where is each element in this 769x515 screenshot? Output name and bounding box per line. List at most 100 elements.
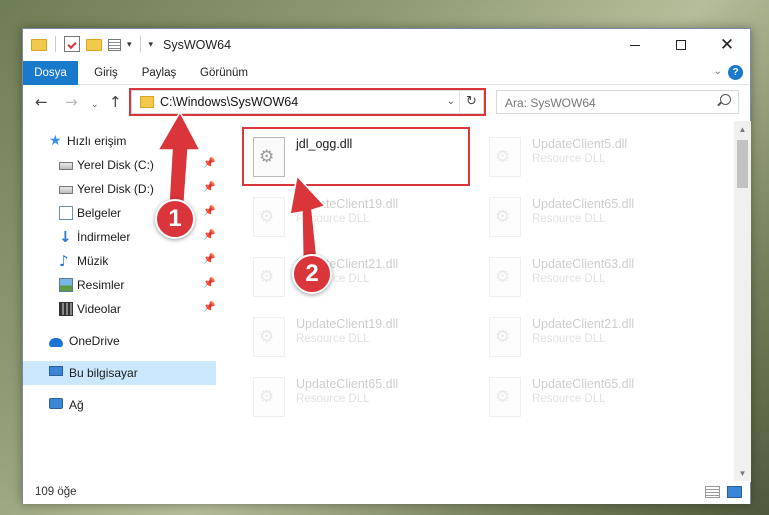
step-2-badge: 2 (292, 254, 332, 294)
window-title: SysWOW64 (163, 38, 232, 52)
quick-access-toolbar: ▾ ▾ (31, 36, 153, 52)
pin-icon[interactable]: 📌 (203, 278, 215, 289)
file-item[interactable]: ⚙ UpdateClient19.dll Resource DLL (245, 309, 473, 367)
sidebar-item-local-disk-d[interactable]: Yerel Disk (D:) 📌 (23, 177, 216, 201)
gear-icon: ⚙ (259, 327, 275, 347)
sidebar-item-music[interactable]: ♪ Müzik 📌 (23, 249, 216, 273)
onedrive-icon (49, 338, 63, 347)
file-item[interactable]: ⚙ UpdateClient21.dll Resource DLL (481, 309, 709, 367)
tab-share[interactable]: Paylaş (136, 61, 182, 85)
file-type: Resource DLL (532, 213, 606, 225)
star-icon: ★ (49, 133, 62, 149)
search-input[interactable]: Ara: SysWOW64 (496, 90, 739, 114)
sidebar-item-local-disk-c[interactable]: Yerel Disk (C:) 📌 (23, 153, 216, 177)
sidebar-item-label: Müzik (77, 254, 109, 268)
file-item[interactable]: ⚙ UpdateClient63.dll Resource DLL (481, 249, 709, 307)
pin-icon[interactable]: 📌 (203, 230, 215, 241)
sidebar-item-label: Belgeler (77, 206, 122, 220)
sidebar-item-videos[interactable]: Videolar 📌 (23, 297, 216, 321)
documents-icon (59, 206, 73, 220)
sidebar-item-this-pc[interactable]: Bu bilgisayar (23, 361, 216, 385)
up-button[interactable]: ↑ (109, 93, 122, 111)
title-bar: ▾ ▾ SysWOW64 ✕ (23, 29, 750, 61)
expand-ribbon-icon[interactable]: ⌄ (714, 66, 722, 77)
file-type: Resource DLL (532, 273, 606, 285)
file-item[interactable]: ⚙ UpdateClient5.dll Resource DLL (481, 129, 709, 187)
gear-icon: ⚙ (495, 387, 511, 407)
tab-file[interactable]: Dosya (23, 61, 78, 85)
sidebar-item-label: Videolar (77, 302, 121, 316)
step-1-badge: 1 (155, 199, 195, 239)
sidebar-item-label: İndirmeler (77, 230, 131, 244)
view-icon[interactable] (108, 39, 121, 51)
pin-icon[interactable]: 📌 (203, 206, 215, 217)
toolbar-divider (139, 36, 141, 52)
pin-icon[interactable]: 📌 (203, 182, 215, 193)
back-button[interactable]: ← (35, 93, 48, 111)
sidebar-item-label: Bu bilgisayar (69, 366, 138, 380)
file-type: Resource DLL (532, 153, 606, 165)
sidebar-item-pictures[interactable]: Resimler 📌 (23, 273, 216, 297)
sidebar-item-onedrive[interactable]: OneDrive (23, 329, 216, 353)
tab-view[interactable]: Görünüm (195, 61, 253, 85)
file-item[interactable]: ⚙ UpdateClient21.dll Resource DLL (245, 249, 473, 307)
file-highlight-box (242, 127, 470, 186)
gear-icon: ⚙ (495, 147, 511, 167)
search-icon[interactable] (720, 94, 731, 105)
computer-icon (49, 366, 63, 376)
dll-file-icon: ⚙ (489, 377, 521, 417)
file-item[interactable]: ⚙ UpdateClient65.dll Resource DLL (481, 369, 709, 427)
folder-icon[interactable] (31, 39, 47, 51)
music-icon: ♪ (59, 252, 69, 270)
dll-file-icon: ⚙ (253, 317, 285, 357)
maximize-icon (676, 40, 686, 50)
file-type: Resource DLL (296, 333, 370, 345)
sidebar-item-label: OneDrive (69, 334, 120, 348)
scroll-down-icon[interactable]: ▼ (734, 465, 751, 482)
file-name: UpdateClient65.dll (532, 377, 635, 391)
file-name: UpdateClient19.dll (296, 317, 399, 331)
file-type: Resource DLL (532, 333, 606, 345)
file-item[interactable]: ⚙ UpdateClient65.dll Resource DLL (245, 369, 473, 427)
file-name: UpdateClient19.dll (296, 197, 399, 211)
large-icons-view-icon[interactable] (727, 486, 742, 498)
minimize-button[interactable] (612, 29, 658, 61)
drive-icon (59, 186, 73, 194)
close-button[interactable]: ✕ (704, 29, 750, 61)
gear-icon: ⚙ (495, 267, 511, 287)
file-name: UpdateClient21.dll (532, 317, 635, 331)
maximize-button[interactable] (658, 29, 704, 61)
navigation-pane: ★ Hızlı erişim Yerel Disk (C:) 📌 Yerel D… (23, 121, 216, 481)
file-name: UpdateClient63.dll (532, 257, 635, 271)
videos-icon (59, 302, 73, 316)
drive-icon (59, 162, 73, 170)
pin-icon[interactable]: 📌 (203, 158, 215, 169)
file-item[interactable]: ⚙ UpdateClient19.dll Resource DLL (245, 189, 473, 247)
sidebar-item-label: Yerel Disk (D:) (77, 182, 154, 196)
file-name: UpdateClient5.dll (532, 137, 628, 151)
pin-icon[interactable]: 📌 (203, 254, 215, 265)
file-item[interactable]: ⚙ UpdateClient65.dll Resource DLL (481, 189, 709, 247)
network-icon (49, 398, 63, 409)
pin-icon[interactable]: 📌 (203, 302, 215, 313)
gear-icon: ⚙ (495, 327, 511, 347)
recent-locations-icon[interactable]: ⌄ (91, 96, 99, 114)
scroll-up-icon[interactable]: ▲ (734, 121, 751, 138)
forward-button[interactable]: → (65, 93, 78, 111)
properties-icon[interactable] (64, 36, 80, 52)
vertical-scrollbar[interactable]: ▲ ▼ (734, 121, 751, 482)
customize-toolbar-icon[interactable]: ▾ (149, 39, 154, 50)
scrollbar-thumb[interactable] (737, 140, 748, 188)
caret-down-icon[interactable]: ▾ (127, 39, 132, 50)
sidebar-item-network[interactable]: Ağ (23, 393, 216, 417)
address-highlight-box (129, 88, 486, 116)
dll-file-icon: ⚙ (253, 377, 285, 417)
new-folder-icon[interactable] (86, 39, 102, 51)
details-view-icon[interactable] (705, 486, 720, 498)
tab-home[interactable]: Giriş (86, 61, 126, 85)
help-icon[interactable]: ? (728, 65, 743, 80)
sidebar-item-quick-access[interactable]: ★ Hızlı erişim (23, 129, 216, 153)
file-name: UpdateClient65.dll (296, 377, 399, 391)
sidebar-item-label: Hızlı erişim (67, 134, 127, 148)
dll-file-icon: ⚙ (489, 197, 521, 237)
